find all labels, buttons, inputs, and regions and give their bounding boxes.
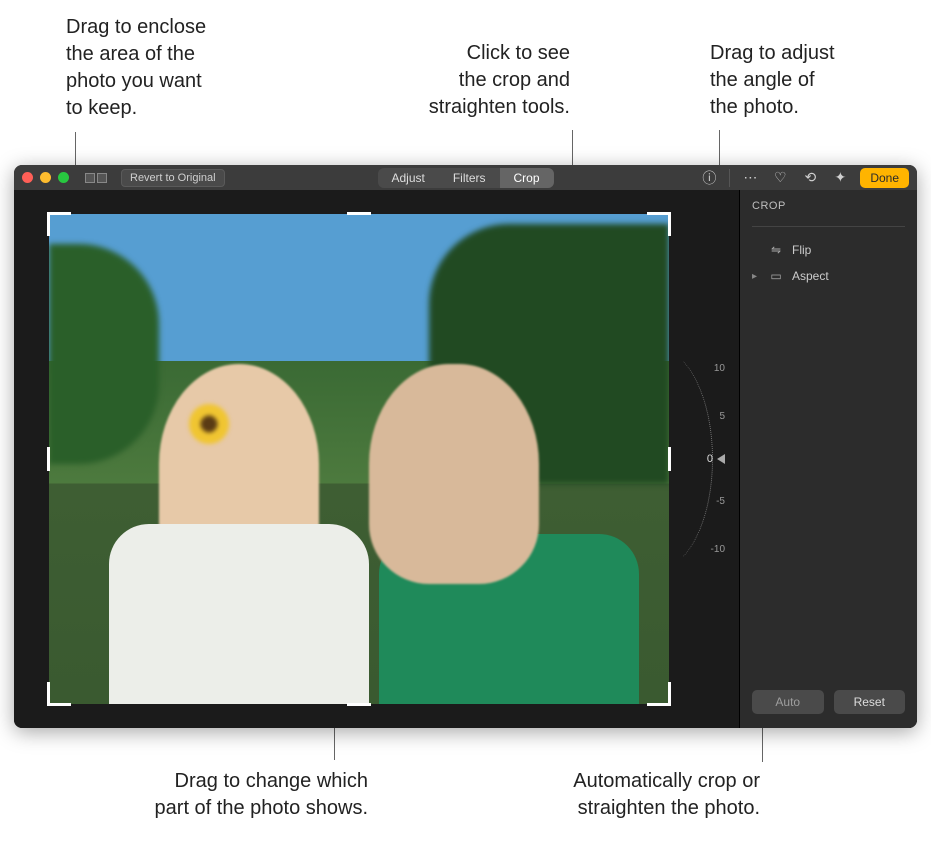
auto-crop-button[interactable]: Auto (752, 690, 824, 714)
titlebar-divider (729, 169, 730, 187)
reset-crop-button[interactable]: Reset (834, 690, 906, 714)
dial-pointer-icon (717, 454, 725, 464)
callout-text: Drag to enclose the area of the photo yo… (66, 16, 206, 119)
ellipsis-icon: ⋯ (743, 169, 757, 186)
window-titlebar: Revert to Original Adjust Filters Crop ⓘ… (14, 165, 917, 190)
compare-after-icon (97, 173, 107, 183)
heart-icon: ♡ (774, 169, 787, 186)
callout-text: Automatically crop or straighten the pho… (573, 770, 760, 819)
crop-handle-top[interactable] (347, 212, 371, 215)
crop-handle-right[interactable] (668, 447, 671, 471)
rotate-icon: ⟲ (804, 169, 816, 186)
edit-mode-segmented: Adjust Filters Crop (377, 168, 553, 188)
callout-drag-photo: Drag to change which part of the photo s… (128, 768, 368, 822)
callout-auto: Automatically crop or straighten the pho… (520, 768, 760, 822)
crop-handle-top-right[interactable] (647, 212, 671, 236)
crop-handle-bottom-right[interactable] (647, 682, 671, 706)
more-button[interactable]: ⋯ (740, 168, 760, 188)
dial-tick-plus5: 5 (719, 411, 725, 422)
photo-canvas-area: 10 5 0 -5 -10 (14, 190, 739, 728)
crop-handle-top-left[interactable] (47, 212, 71, 236)
callout-crop-enclose: Drag to enclose the area of the photo yo… (66, 14, 206, 122)
callout-text: Drag to change which part of the photo s… (155, 770, 368, 819)
close-window-button[interactable] (22, 172, 33, 183)
straighten-angle-dial[interactable]: 10 5 0 -5 -10 (685, 349, 725, 569)
favorite-button[interactable]: ♡ (770, 168, 790, 188)
crop-handle-bottom[interactable] (347, 703, 371, 706)
dial-tick-minus10: -10 (711, 544, 725, 555)
photo-bg-shape (49, 244, 159, 464)
crop-frame[interactable] (49, 214, 669, 704)
photo-bg-shape (379, 534, 639, 704)
aspect-row[interactable]: ▸ ▭ Aspect (752, 263, 905, 289)
wand-icon: ✦ (834, 169, 846, 186)
photo-bg-shape (189, 404, 229, 444)
chevron-right-icon: ▸ (752, 271, 760, 282)
crop-handle-left[interactable] (47, 447, 50, 471)
minimize-window-button[interactable] (40, 172, 51, 183)
photos-edit-window: Revert to Original Adjust Filters Crop ⓘ… (14, 165, 917, 728)
done-button[interactable]: Done (860, 168, 909, 188)
tab-adjust[interactable]: Adjust (377, 168, 438, 188)
editor-body: 10 5 0 -5 -10 CROP ⇋ Flip ▸ ▭ (14, 190, 917, 728)
zoom-window-button[interactable] (58, 172, 69, 183)
dial-tick-plus10: 10 (714, 363, 725, 374)
revert-to-original-button[interactable]: Revert to Original (121, 169, 225, 187)
callout-click-crop: Click to see the crop and straighten too… (360, 40, 570, 121)
aspect-icon: ▭ (768, 268, 784, 284)
crop-handle-bottom-left[interactable] (47, 682, 71, 706)
crop-sidebar: CROP ⇋ Flip ▸ ▭ Aspect Auto Reset (739, 190, 917, 728)
flip-icon: ⇋ (768, 242, 784, 258)
sidebar-bottom-buttons: Auto Reset (752, 690, 905, 718)
callout-text: Drag to adjust the angle of the photo. (710, 42, 835, 118)
sidebar-title: CROP (752, 200, 905, 212)
aspect-label: Aspect (792, 269, 829, 283)
flip-row[interactable]: ⇋ Flip (752, 237, 905, 263)
traffic-lights (22, 172, 69, 183)
dial-tick-minus5: -5 (716, 496, 725, 507)
callout-angle: Drag to adjust the angle of the photo. (710, 40, 835, 121)
callout-text: Click to see the crop and straighten too… (429, 42, 570, 118)
auto-enhance-button[interactable]: ✦ (830, 168, 850, 188)
titlebar-right-group: ⓘ ⋯ ♡ ⟲ ✦ Done (699, 168, 909, 188)
compare-before-icon (85, 173, 95, 183)
sidebar-divider (752, 226, 905, 227)
flip-label: Flip (792, 243, 811, 257)
photo-bg-shape (109, 524, 369, 704)
info-button[interactable]: ⓘ (699, 168, 719, 188)
tab-crop[interactable]: Crop (500, 168, 554, 188)
photo-content[interactable] (49, 214, 669, 704)
dial-zero-indicator: 0 (707, 453, 725, 465)
rotate-button[interactable]: ⟲ (800, 168, 820, 188)
tab-filters[interactable]: Filters (439, 168, 500, 188)
compare-toggle[interactable] (85, 173, 107, 183)
info-icon: ⓘ (702, 168, 716, 188)
dial-zero-label: 0 (707, 453, 713, 465)
photo-bg-shape (429, 224, 669, 484)
